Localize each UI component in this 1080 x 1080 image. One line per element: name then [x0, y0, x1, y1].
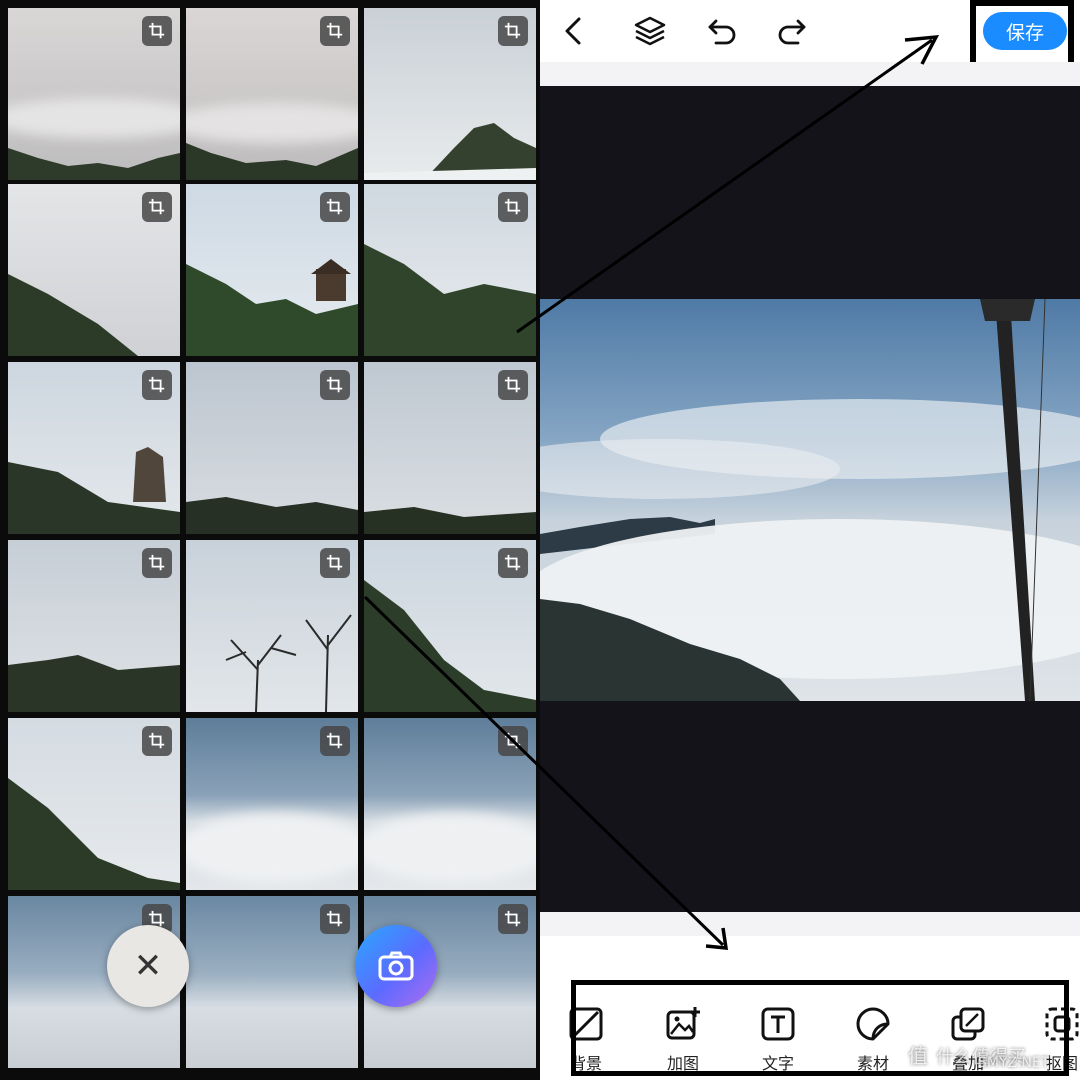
photo-thumbnail[interactable] [8, 184, 180, 356]
canvas-photo[interactable] [540, 299, 1080, 701]
crop-icon[interactable] [142, 192, 172, 222]
camera-icon [378, 951, 414, 981]
crop-icon[interactable] [142, 726, 172, 756]
photo-thumbnail[interactable] [364, 718, 536, 890]
redo-button[interactable] [775, 14, 809, 48]
layers-button[interactable] [633, 14, 667, 48]
photo-thumbnail[interactable] [364, 8, 536, 180]
camera-button[interactable] [355, 925, 437, 1007]
save-highlight-frame [970, 0, 1074, 70]
back-button[interactable] [556, 14, 590, 48]
bottom-divider [540, 912, 1080, 936]
crop-icon[interactable] [320, 904, 350, 934]
editing-canvas[interactable] [540, 86, 1080, 912]
layers-icon [634, 16, 666, 46]
close-icon: ✕ [133, 946, 163, 986]
photo-thumbnail[interactable] [8, 540, 180, 712]
crop-icon[interactable] [320, 370, 350, 400]
photo-thumbnail[interactable] [186, 718, 358, 890]
crop-icon[interactable] [498, 192, 528, 222]
photo-grid: ✕ [0, 0, 540, 1080]
photo-thumbnail[interactable] [186, 8, 358, 180]
crop-icon[interactable] [498, 904, 528, 934]
crop-icon[interactable] [498, 548, 528, 578]
sea-of-clouds-photo [540, 299, 1080, 701]
crop-icon[interactable] [320, 16, 350, 46]
photo-thumbnail[interactable] [8, 718, 180, 890]
watermark: 值什么值得买 SMYZ.NET [908, 1044, 1050, 1071]
photo-thumbnail[interactable] [364, 184, 536, 356]
photo-thumbnail[interactable] [186, 184, 358, 356]
crop-icon[interactable] [498, 370, 528, 400]
photo-thumbnail[interactable] [364, 540, 536, 712]
redo-icon [778, 19, 806, 45]
crop-icon[interactable] [320, 548, 350, 578]
photo-thumbnail[interactable] [8, 8, 180, 180]
crop-icon[interactable] [320, 192, 350, 222]
close-button[interactable]: ✕ [107, 925, 189, 1007]
crop-icon[interactable] [498, 726, 528, 756]
undo-button[interactable] [705, 14, 739, 48]
photo-thumbnail[interactable] [186, 540, 358, 712]
photo-thumbnail[interactable] [186, 362, 358, 534]
undo-icon [708, 19, 736, 45]
photo-thumbnail[interactable] [364, 362, 536, 534]
chevron-left-icon [565, 17, 581, 45]
photo-thumbnail[interactable] [186, 896, 358, 1068]
crop-icon[interactable] [142, 548, 172, 578]
image-editor: 保存 背景 加图 文字 素材 叠加 抠图 [540, 0, 1080, 1080]
top-divider [540, 62, 1080, 86]
crop-icon[interactable] [142, 16, 172, 46]
crop-icon[interactable] [498, 16, 528, 46]
crop-icon[interactable] [320, 726, 350, 756]
crop-icon[interactable] [142, 370, 172, 400]
photo-thumbnail[interactable] [8, 362, 180, 534]
